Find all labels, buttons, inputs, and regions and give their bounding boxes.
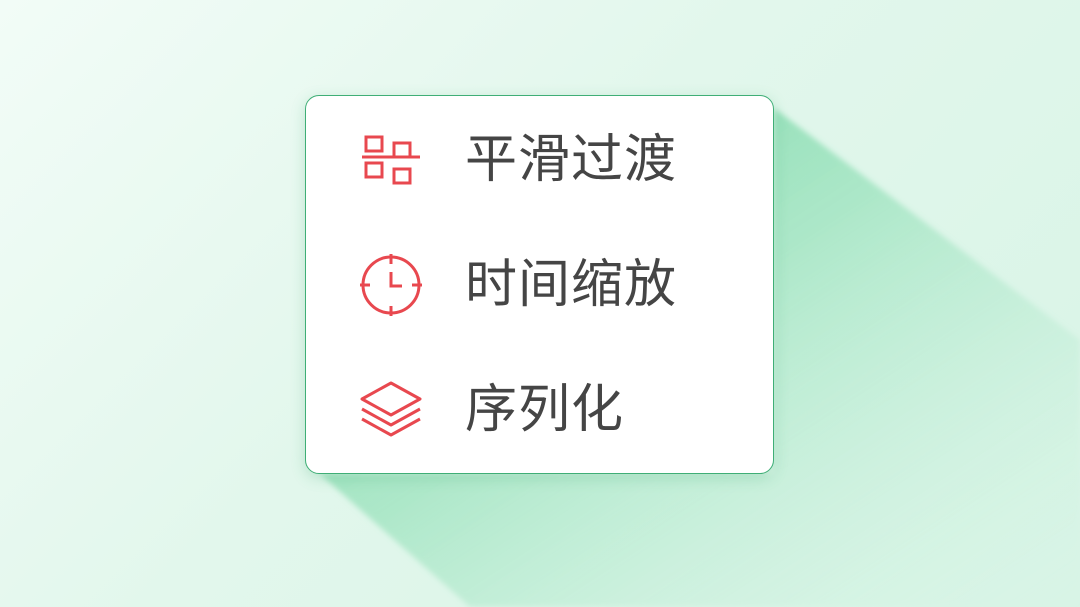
menu-item-label: 序列化 xyxy=(465,380,625,440)
align-split-icon xyxy=(356,125,426,195)
layers-icon xyxy=(356,375,426,445)
menu-item-time-scale[interactable]: 时间缩放 xyxy=(305,230,774,340)
menu-item-serialize[interactable]: 序列化 xyxy=(305,355,774,465)
menu-item-label: 平滑过渡 xyxy=(465,130,678,190)
clock-target-icon xyxy=(356,250,426,320)
menu-item-smooth-transition[interactable]: 平滑过渡 xyxy=(305,105,774,215)
menu-item-label: 时间缩放 xyxy=(465,255,678,315)
